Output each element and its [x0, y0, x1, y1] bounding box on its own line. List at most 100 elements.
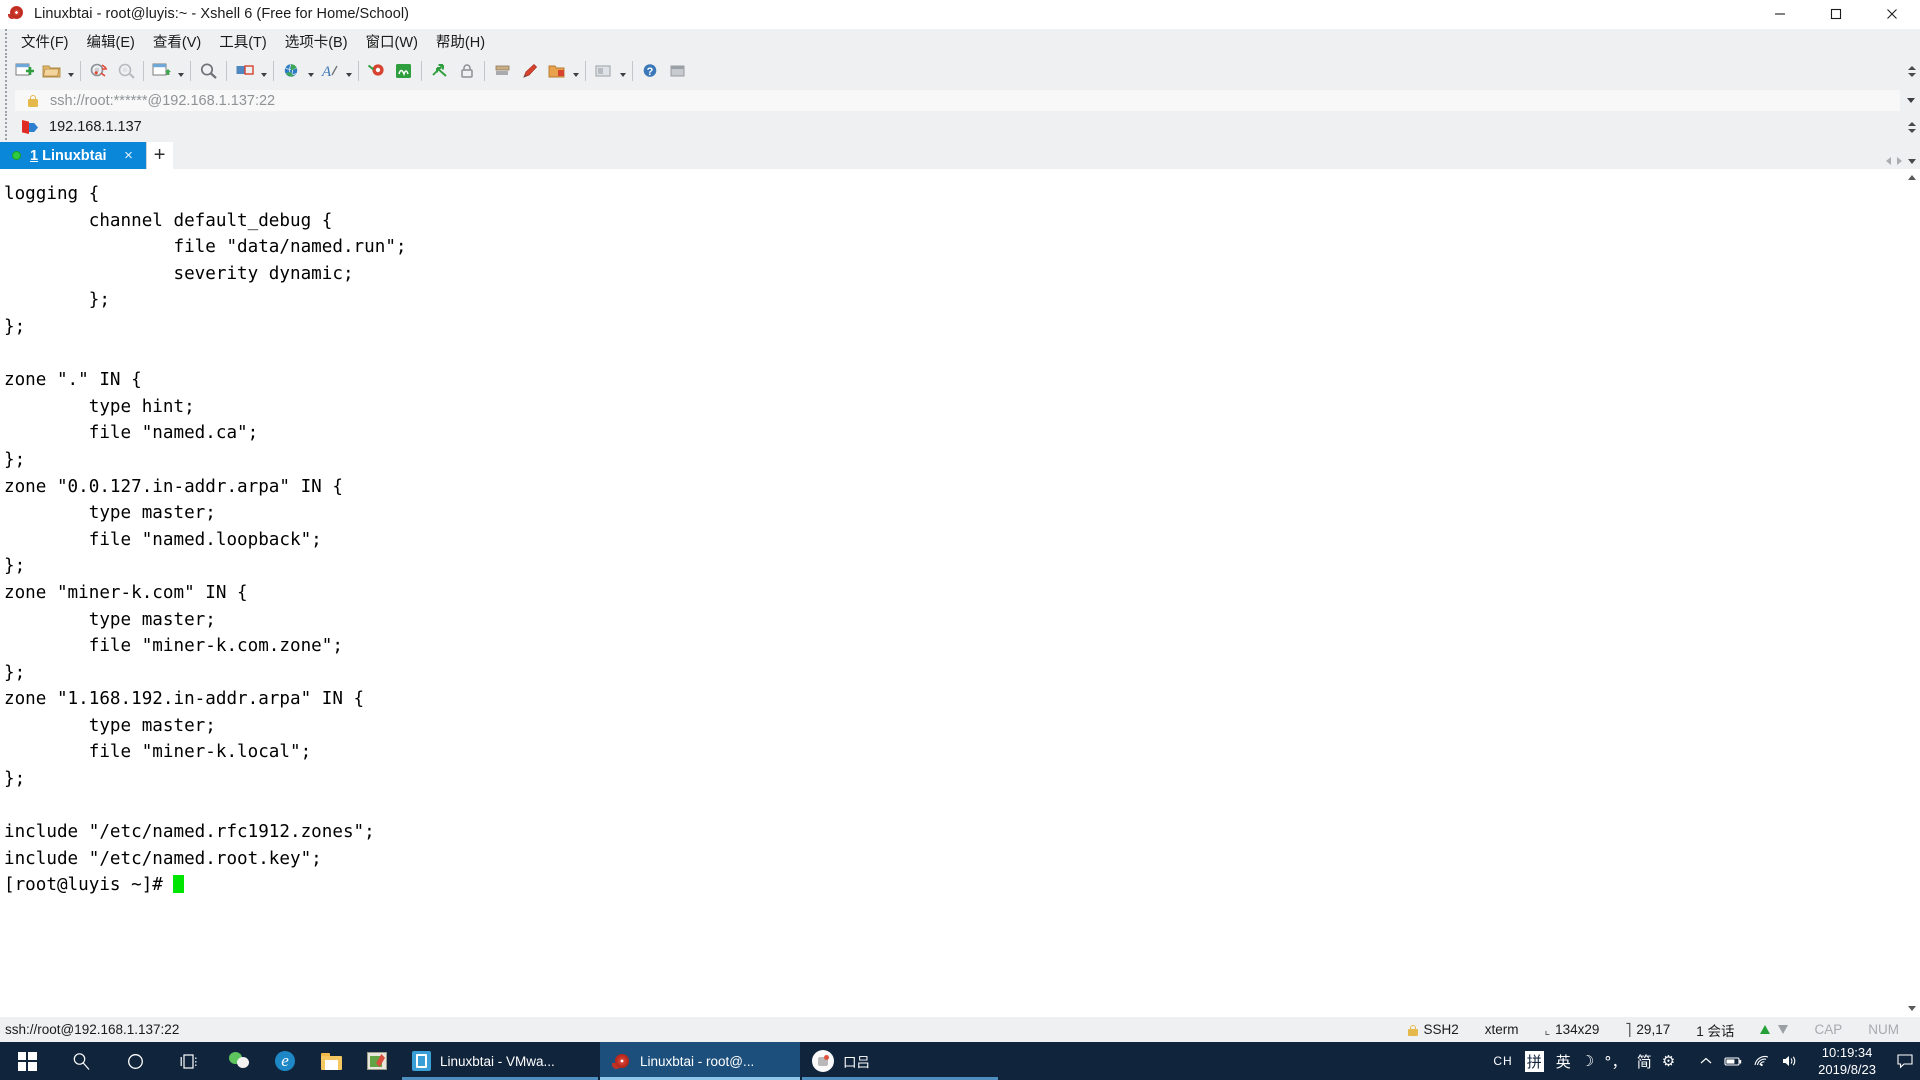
toolbar-grip[interactable]	[3, 55, 9, 87]
log-icon[interactable]	[543, 58, 570, 84]
wifi-button[interactable]	[1748, 1042, 1776, 1080]
help-icon[interactable]: ?	[637, 58, 664, 84]
layout-dropdown-icon[interactable]	[258, 58, 269, 84]
taskbar-app-file-explorer[interactable]	[308, 1042, 354, 1080]
terminal-output: logging { channel default_debug { file "…	[4, 184, 407, 869]
font-icon[interactable]: A	[316, 58, 343, 84]
toolbar-separator	[226, 61, 227, 81]
new-session-icon[interactable]	[11, 58, 38, 84]
ime-simplified-button[interactable]: 简	[1632, 1042, 1657, 1080]
compose-icon[interactable]	[390, 58, 417, 84]
new-tab-button[interactable]: +	[145, 142, 173, 169]
address-bar-grip[interactable]	[3, 87, 9, 114]
menu-tab[interactable]: 选项卡(B)	[276, 28, 357, 56]
taskbar-clock[interactable]: 10:19:34 2019/8/23	[1804, 1042, 1890, 1080]
session-tab-bar: 1 Linuxbtai × +	[0, 140, 1920, 169]
chevron-up-icon	[1908, 65, 1916, 70]
clear-screen-icon[interactable]	[489, 58, 516, 84]
find-icon[interactable]	[195, 58, 222, 84]
menu-window[interactable]: 窗口(W)	[357, 28, 427, 56]
toolbar: A ?	[0, 55, 1920, 87]
sftp-icon[interactable]	[426, 58, 453, 84]
menu-view[interactable]: 查看(V)	[144, 28, 210, 56]
menu-edit[interactable]: 编辑(E)	[78, 28, 144, 56]
layout-icon[interactable]	[231, 58, 258, 84]
ime-settings-gear-icon[interactable]: ⚙	[1657, 1042, 1680, 1080]
properties-dropdown-icon[interactable]	[617, 58, 628, 84]
properties-icon[interactable]	[590, 58, 617, 84]
bookmark-item[interactable]: 192.168.1.137	[15, 117, 148, 137]
session-tab-close-button[interactable]: ×	[121, 148, 137, 164]
ime-mode-button[interactable]: 拼	[1518, 1042, 1551, 1080]
taskbar-window-vmware[interactable]: Linuxbtai - VMwa...	[400, 1042, 600, 1080]
scroll-down-button[interactable]	[1903, 1000, 1920, 1017]
bookmark-bar: 192.168.1.137	[0, 114, 1920, 140]
log-dropdown-icon[interactable]	[570, 58, 581, 84]
taskbar-app-editor[interactable]	[354, 1042, 400, 1080]
toolbar-separator	[143, 61, 144, 81]
notification-center-button[interactable]	[1890, 1042, 1920, 1080]
tab-scroll-right-icon[interactable]	[1897, 157, 1902, 165]
start-button[interactable]	[0, 1042, 54, 1080]
new-file-transfer-icon[interactable]	[148, 58, 175, 84]
highlight-icon[interactable]	[363, 58, 390, 84]
address-dropdown-button[interactable]	[1902, 87, 1920, 114]
scroll-up-button[interactable]	[1903, 169, 1920, 186]
svg-text:A: A	[321, 64, 332, 80]
close-button[interactable]	[1864, 0, 1920, 29]
ime-language-indicator[interactable]: CH	[1488, 1042, 1517, 1080]
toolbar-separator	[484, 61, 485, 81]
session-tab-linuxbtai[interactable]: 1 Linuxbtai ×	[0, 142, 146, 169]
terminal-screen[interactable]: logging { channel default_debug { file "…	[0, 169, 1920, 1017]
address-input[interactable]: ssh://root:******@192.168.1.137:22	[15, 90, 1900, 111]
taskbar-window-misc[interactable]: 口吕	[800, 1042, 1000, 1080]
bookmark-overflow-button[interactable]	[1908, 114, 1916, 140]
maximize-button[interactable]	[1808, 0, 1864, 29]
lock-icon	[1407, 1024, 1419, 1036]
tab-list-dropdown-icon[interactable]	[1908, 158, 1916, 164]
status-cursor-label: 29,17	[1636, 1022, 1671, 1037]
taskbar-app-edge[interactable]: e	[262, 1042, 308, 1080]
reconnect-icon[interactable]	[112, 58, 139, 84]
task-view-icon	[180, 1053, 196, 1069]
status-caps-lock: CAP	[1814, 1022, 1843, 1037]
lock-session-icon[interactable]	[453, 58, 480, 84]
task-view-button[interactable]	[162, 1042, 216, 1080]
battery-button[interactable]	[1718, 1042, 1748, 1080]
minimize-button[interactable]	[1752, 0, 1808, 29]
globe-icon[interactable]	[278, 58, 305, 84]
tab-bar-nav	[1886, 157, 1916, 165]
taskbar-app-wechat[interactable]	[216, 1042, 262, 1080]
snail-icon	[8, 5, 26, 23]
file-transfer-dropdown-icon[interactable]	[175, 58, 186, 84]
font-dropdown-icon[interactable]	[343, 58, 354, 84]
status-term-type: xterm	[1484, 1022, 1519, 1037]
taskbar-window-xshell[interactable]: Linuxbtai - root@...	[600, 1042, 800, 1080]
taskbar-window-label: 口吕	[843, 1055, 870, 1071]
ime-english-button[interactable]: 英	[1551, 1042, 1576, 1080]
terminal-scrollbar[interactable]	[1903, 169, 1920, 1017]
open-folder-icon[interactable]	[38, 58, 65, 84]
search-button[interactable]	[54, 1042, 108, 1080]
disconnect-icon[interactable]	[85, 58, 112, 84]
window-title: Linuxbtai - root@luyis:~ - Xshell 6 (Fre…	[34, 6, 410, 22]
open-folder-dropdown-icon[interactable]	[65, 58, 76, 84]
menu-help[interactable]: 帮助(H)	[427, 28, 494, 56]
ime-punctuation-button[interactable]: °，	[1599, 1042, 1632, 1080]
globe-dropdown-icon[interactable]	[305, 58, 316, 84]
ime-moon-icon[interactable]: ☽	[1576, 1042, 1599, 1080]
extra-icon[interactable]	[664, 58, 691, 84]
pen-icon[interactable]	[516, 58, 543, 84]
session-tab-name: Linuxbtai	[42, 147, 107, 164]
tray-overflow-button[interactable]	[1694, 1042, 1718, 1080]
bookmark-bar-grip[interactable]	[3, 114, 9, 140]
volume-button[interactable]	[1776, 1042, 1804, 1080]
menu-file[interactable]: 文件(F)	[12, 28, 78, 56]
menu-bar: 文件(F) 编辑(E) 查看(V) 工具(T) 选项卡(B) 窗口(W) 帮助(…	[0, 29, 1920, 55]
status-num-lock: NUM	[1868, 1022, 1899, 1037]
menu-tools[interactable]: 工具(T)	[210, 28, 276, 56]
tab-scroll-left-icon[interactable]	[1886, 157, 1891, 165]
toolbar-overflow-button[interactable]	[1908, 55, 1916, 87]
cortana-button[interactable]	[108, 1042, 162, 1080]
menu-bar-grip[interactable]	[3, 29, 9, 55]
